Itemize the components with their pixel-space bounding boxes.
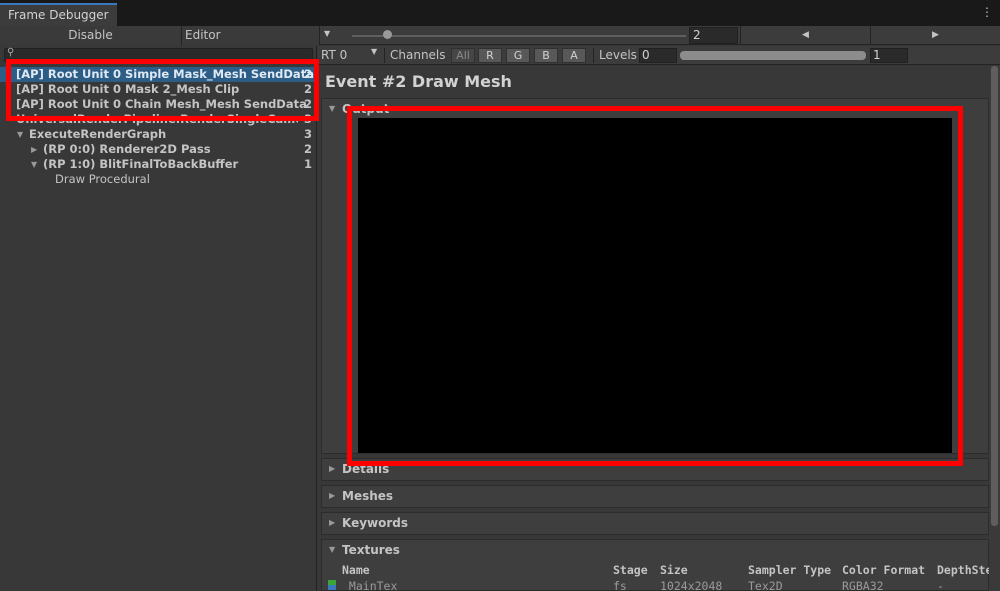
event-slider-handle[interactable]: [383, 30, 392, 39]
kebab-menu-icon[interactable]: ⋮: [981, 5, 993, 19]
tree-row-label: (RP 0:0) Renderer2D Pass: [43, 142, 211, 156]
tree-row-label: Draw Procedural: [55, 172, 150, 186]
texture-color-format: RGBA32: [842, 579, 884, 591]
scrollbar-thumb[interactable]: [991, 66, 998, 526]
tab-frame-debugger[interactable]: Frame Debugger: [0, 3, 117, 26]
collapse-arrow-icon: ▶: [329, 491, 336, 500]
tree-row[interactable]: Draw Procedural: [0, 172, 317, 187]
channel-r-button[interactable]: R: [478, 48, 502, 63]
section-title: Meshes: [342, 489, 394, 503]
column-header-stage[interactable]: Stage: [613, 563, 648, 577]
texture-stage: fs: [613, 579, 627, 591]
toolbar-divider: [593, 48, 594, 63]
tree-row-count: 2: [303, 82, 312, 96]
target-dropdown[interactable]: Editor: [182, 26, 320, 45]
step-forward-icon[interactable]: ▶: [870, 26, 1000, 45]
tree-row-count: 3: [303, 127, 312, 141]
tree-row[interactable]: [AP] Root Unit 0 Simple Mask_Mesh SendDa…: [0, 67, 317, 82]
levels-range-slider[interactable]: [680, 51, 866, 60]
meshes-section: ▶ Meshes: [321, 485, 989, 508]
channel-all-button[interactable]: All: [451, 48, 475, 63]
expand-arrow-icon: ▼: [329, 545, 336, 554]
tree-row-count: 2: [303, 97, 312, 111]
event-index-field[interactable]: 2: [689, 27, 738, 44]
tree-row[interactable]: UniversalRenderPipeline.RenderSingleCame…: [0, 112, 317, 127]
levels-max-field[interactable]: 1: [870, 48, 908, 63]
texture-icon: [328, 580, 336, 590]
disable-button[interactable]: Disable: [0, 26, 182, 45]
tree-row[interactable]: ▼ (RP 1:0) BlitFinalToBackBuffer 1: [0, 157, 317, 172]
tree-row-count: 3: [303, 112, 312, 126]
column-header-name[interactable]: Name: [342, 563, 370, 577]
tree-row-count: 2: [303, 67, 312, 81]
collapse-arrow-icon: ▶: [329, 518, 336, 527]
step-back-icon[interactable]: ◀: [740, 26, 870, 45]
keywords-section: ▶ Keywords: [321, 512, 989, 535]
expand-arrow-icon[interactable]: ▼: [31, 157, 37, 172]
meshes-header[interactable]: ▶ Meshes: [322, 486, 988, 506]
levels-min-field[interactable]: 0: [639, 48, 677, 63]
tree-row[interactable]: [AP] Root Unit 0 Mask 2_Mesh Clip 2: [0, 82, 317, 97]
section-title: Textures: [342, 543, 400, 557]
inspector-scrollbar[interactable]: [989, 66, 1000, 591]
tree-row[interactable]: [AP] Root Unit 0 Chain Mesh_Mesh SendDat…: [0, 97, 317, 112]
channel-a-button[interactable]: A: [562, 48, 586, 63]
tree-row[interactable]: ▶ (RP 0:0) Renderer2D Pass 2: [0, 142, 317, 157]
channel-b-button[interactable]: B: [534, 48, 558, 63]
render-target-dropdown[interactable]: RT 0: [321, 46, 347, 65]
collapse-arrow-icon: ▶: [329, 464, 336, 473]
search-input[interactable]: ⚲: [4, 47, 313, 62]
search-icon: ⚲: [7, 47, 15, 58]
textures-header[interactable]: ▼ Textures: [322, 540, 988, 560]
tree-row-label: [AP] Root Unit 0 Simple Mask_Mesh SendDa…: [16, 67, 314, 81]
tree-row-label: [AP] Root Unit 0 Chain Mesh_Mesh SendDat…: [16, 97, 307, 111]
event-title: Event #2 Draw Mesh: [325, 72, 512, 91]
tab-bar: Frame Debugger ⋮: [0, 0, 1000, 26]
output-header[interactable]: ▼ Output: [322, 99, 988, 119]
tree-row-label: (RP 1:0) BlitFinalToBackBuffer: [43, 157, 239, 171]
column-header-color-format[interactable]: Color Format: [842, 563, 925, 577]
tree-row[interactable]: ▼ ExecuteRenderGraph 3: [0, 127, 317, 142]
toolbar-divider: [384, 48, 385, 63]
tab-title: Frame Debugger: [8, 8, 109, 22]
section-title: Keywords: [342, 516, 409, 530]
output-preview: [358, 118, 952, 453]
tree-row-label: UniversalRenderPipeline.RenderSingleCame…: [16, 112, 298, 126]
column-header-size[interactable]: Size: [660, 563, 688, 577]
channel-g-button[interactable]: G: [506, 48, 530, 63]
levels-label: Levels: [599, 48, 637, 62]
section-title: Output: [342, 102, 390, 116]
details-header[interactable]: ▶ Details: [322, 459, 988, 479]
tree-row-count: 2: [303, 142, 312, 156]
texture-size: 1024x2048: [660, 579, 723, 591]
collapse-arrow-icon[interactable]: ▶: [31, 142, 37, 157]
chevron-down-icon[interactable]: ▼: [324, 29, 330, 38]
texture-sampler-type: Tex2D: [748, 579, 783, 591]
tree-row-label: [AP] Root Unit 0 Mask 2_Mesh Clip: [16, 82, 240, 96]
tree-row-label: ExecuteRenderGraph: [29, 127, 167, 141]
section-title: Details: [342, 462, 390, 476]
column-header-depth-stencil[interactable]: DepthSte: [937, 563, 989, 577]
render-target-toolbar: RT 0 ▼ Channels All R G B A Levels 0 1: [318, 46, 1000, 65]
details-section: ▶ Details: [321, 458, 989, 481]
tree-row-count: 1: [303, 157, 312, 171]
channels-label: Channels: [390, 48, 446, 62]
keywords-header[interactable]: ▶ Keywords: [322, 513, 988, 533]
texture-depth-stencil: -: [937, 579, 944, 591]
texture-name[interactable]: _MainTex: [342, 579, 397, 591]
column-header-sampler-type[interactable]: Sampler Type: [748, 563, 831, 577]
toolbar: Disable Editor ▼ 2 ◀ ▶: [0, 26, 1000, 45]
event-slider[interactable]: [352, 35, 686, 37]
chevron-down-icon[interactable]: ▼: [371, 47, 377, 56]
expand-arrow-icon[interactable]: ▼: [17, 127, 23, 142]
expand-arrow-icon: ▼: [329, 104, 336, 113]
